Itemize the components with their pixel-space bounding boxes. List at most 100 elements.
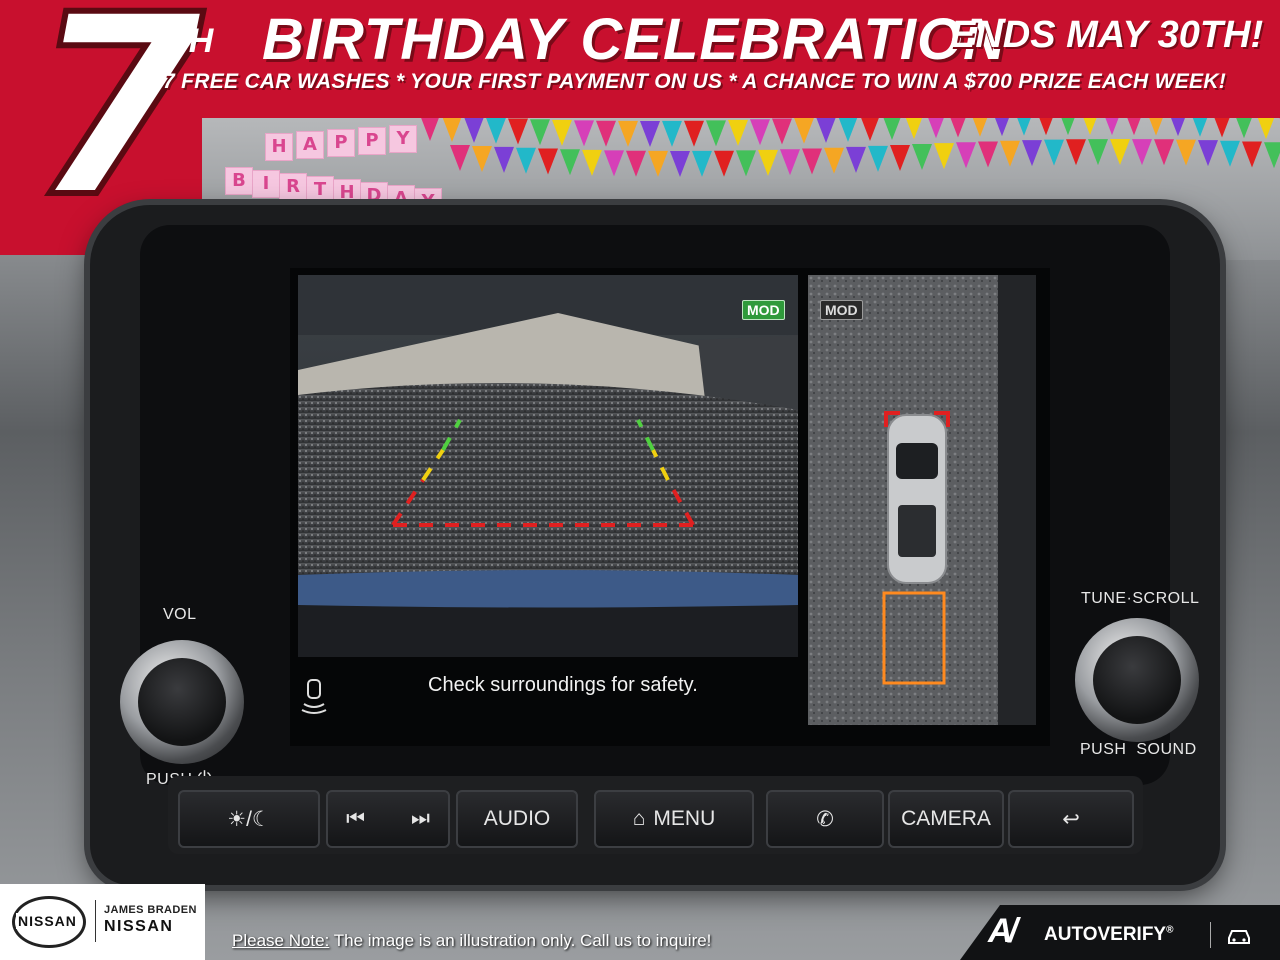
audio-button[interactable]: AUDIO <box>456 790 578 848</box>
banner-subtitle: 7 FREE CAR WASHES * YOUR FIRST PAYMENT O… <box>163 70 1227 93</box>
volume-knob-cap <box>138 658 226 746</box>
bunting-flag <box>1066 139 1086 166</box>
back-arrow-icon: ↩ <box>1062 807 1080 831</box>
car-icon[interactable] <box>1226 926 1252 946</box>
audio-button-label: AUDIO <box>483 807 551 830</box>
birthday-bunting: HAPPY BIRTHDAY <box>200 105 1280 216</box>
skip-back-icon[interactable]: ⏮ <box>346 807 365 831</box>
back-button[interactable]: ↩ <box>1008 790 1134 848</box>
surround-view <box>808 275 1036 725</box>
autoverify-brand: AUTOVERIFY® <box>1044 924 1173 946</box>
bunting-flag <box>626 150 646 177</box>
bunting-flag <box>442 115 462 142</box>
bunting-flag <box>516 147 536 174</box>
dealer-name-line1: JAMES BRADEN <box>104 904 197 916</box>
bunting-flag <box>560 149 580 176</box>
bunting-letter: H <box>333 179 361 207</box>
bunting-flag <box>860 114 880 141</box>
bunting-flag <box>494 146 514 173</box>
bunting-flag <box>464 116 484 143</box>
disclaimer-text: The image is an illustration only. Call … <box>329 931 712 950</box>
bunting-flag <box>780 149 800 176</box>
bunting-flag <box>772 118 792 145</box>
banner-end-date: ENDS MAY 30TH! <box>950 14 1264 56</box>
bunting-flag <box>1088 139 1108 166</box>
bunting-flag <box>538 148 558 175</box>
day-night-button[interactable]: ☀/☾ <box>178 790 320 848</box>
camera-button-label: CAMERA <box>901 807 991 830</box>
autoverify-text: AUTOVERIFY <box>1044 924 1167 945</box>
bunting-letter: A <box>296 131 324 159</box>
bunting-flag <box>934 143 954 170</box>
bunting-letter: T <box>306 176 334 204</box>
tune-scroll-label: TUNE·SCROLL <box>1081 590 1200 607</box>
bunting-flag <box>838 115 858 142</box>
dealer-name-line2: NISSAN <box>104 918 174 935</box>
bunting-flag <box>824 147 844 174</box>
bunting-flag <box>1198 140 1218 167</box>
bunting-flag <box>714 150 734 177</box>
bunting-flag <box>450 145 470 171</box>
bunting-flag <box>1110 139 1130 166</box>
bunting-flag <box>552 119 572 146</box>
menu-button-label: MENU <box>653 807 716 830</box>
gravel-lot <box>298 383 798 595</box>
bunting-flag <box>1176 139 1196 166</box>
tune-scroll-knob[interactable] <box>1075 618 1199 742</box>
bunting-flag <box>618 120 638 147</box>
menu-button[interactable]: ⌂ MENU <box>594 790 754 848</box>
phone-icon: ✆ <box>816 807 834 831</box>
mod-indicator-top: MOD <box>820 300 863 320</box>
parking-sensor-icon <box>301 679 327 714</box>
bunting-letter: I <box>252 170 280 198</box>
mod-indicator-rear: MOD <box>742 300 785 320</box>
bunting-letter: B <box>225 167 253 195</box>
bunting-flag <box>420 115 440 141</box>
bunting-flag <box>868 145 888 172</box>
bunting-flag <box>604 150 624 177</box>
surround-view-image <box>808 275 1036 725</box>
bunting-flag <box>472 145 492 172</box>
autoverify-logo-icon: A/ <box>988 912 1018 950</box>
bunting-letter: R <box>279 173 307 201</box>
disclaimer-label: Please Note: <box>232 931 330 950</box>
nissan-logo-text: NISSAN <box>16 913 79 929</box>
bunting-flag <box>648 150 668 177</box>
rear-camera-view <box>298 275 798 657</box>
bunting-flag <box>1000 140 1020 167</box>
camera-button[interactable]: CAMERA <box>888 790 1004 848</box>
bunting-flag <box>706 120 726 147</box>
bunting-flag <box>1022 140 1042 167</box>
day-night-icon: ☀/☾ <box>227 807 271 831</box>
bunting-letter: H <box>265 133 293 161</box>
volume-knob[interactable] <box>120 640 244 764</box>
bunting-flag <box>574 120 594 147</box>
bunting-flag <box>816 116 836 143</box>
bunting-flag <box>684 120 704 147</box>
anniversary-suffix: TH <box>168 22 214 60</box>
bunting-flag <box>596 120 616 147</box>
bunting-flag <box>670 151 690 177</box>
bunting-flag <box>978 141 998 168</box>
bunting-flag <box>640 121 660 147</box>
bunting-flag <box>890 144 910 171</box>
bunting-flag <box>582 149 602 176</box>
bunting-flag <box>750 119 770 146</box>
skip-forward-icon[interactable]: ⏭ <box>411 807 430 831</box>
bunting-flag <box>1264 142 1280 169</box>
track-skip-buttons[interactable]: ⏮ ⏭ <box>326 790 450 848</box>
adjacent-vehicles <box>998 275 1036 725</box>
bunting-flag <box>1154 139 1174 166</box>
bunting-letter: Y <box>389 125 417 153</box>
bunting-flag <box>486 117 506 144</box>
bunting-letter: P <box>358 127 386 155</box>
bunting-flag <box>802 148 822 175</box>
phone-button[interactable]: ✆ <box>766 790 884 848</box>
own-vehicle <box>887 414 947 584</box>
bunting-flag <box>530 119 550 146</box>
bunting-flag <box>662 120 682 147</box>
bunting-flag <box>508 118 528 145</box>
home-icon: ⌂ <box>632 807 646 830</box>
autoverify-separator <box>1210 922 1211 948</box>
rear-camera-image <box>298 275 798 657</box>
